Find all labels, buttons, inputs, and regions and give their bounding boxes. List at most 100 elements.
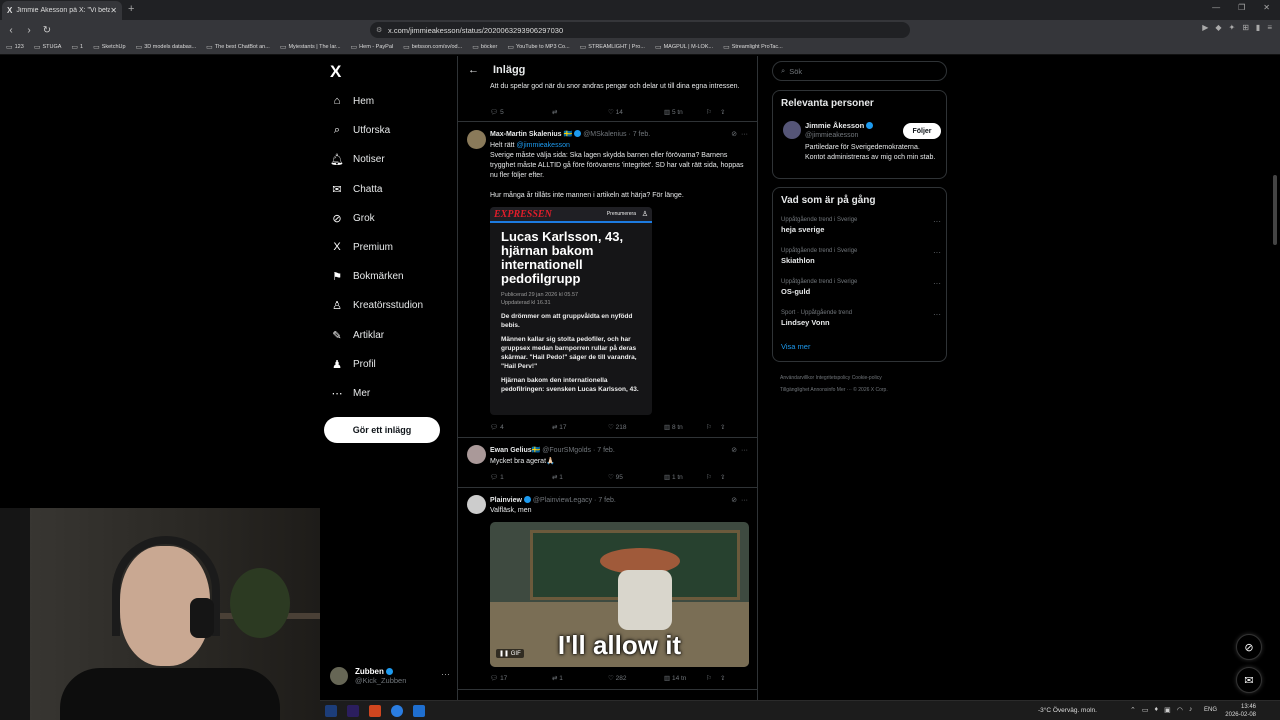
nav-item-utforska[interactable]: ⌕ Utforska [330, 124, 390, 137]
like-button[interactable]: ♡ 95 [608, 473, 664, 481]
avatar[interactable] [783, 121, 801, 139]
chrome-icon[interactable] [391, 705, 403, 717]
more-icon[interactable]: ⊘ ··· [731, 496, 748, 504]
author-name[interactable]: Ewan Gelius🇸🇪 [490, 447, 540, 454]
bookmark-item[interactable]: ▭ betsson.com/sv/od... [403, 43, 462, 51]
reload-icon[interactable]: ↻ [40, 25, 54, 36]
site-info-icon[interactable]: ⚙ [376, 26, 382, 34]
trend-item[interactable]: Sport · Uppåtgående trend Lindsey Vonn ··· [781, 310, 941, 327]
new-tab-button[interactable]: + [128, 3, 134, 15]
nav-item-bokmärken[interactable]: ⚑ Bokmärken [330, 270, 404, 283]
gif-pause-button[interactable]: ❚❚ GIF [496, 649, 524, 658]
author-name[interactable]: Max-Martin Skalenius 🇸🇪 [490, 131, 572, 138]
like-button[interactable]: ♡ 14 [608, 108, 664, 116]
avatar[interactable] [467, 130, 486, 149]
back-icon[interactable]: ‹ [4, 25, 18, 36]
nav-item-mer[interactable]: ⋯ Mer [330, 387, 371, 400]
reply-button[interactable]: 💬︎ 5 [490, 108, 552, 116]
trend-item[interactable]: Uppåtgående trend i Sverige OS-guld ··· [781, 279, 941, 296]
close-window-icon[interactable]: ✕ [1263, 3, 1270, 12]
bookmark-item[interactable]: ▭ böcker [472, 43, 497, 51]
mention-link[interactable]: @jimmieakesson [516, 142, 569, 149]
nav-item-kreatörsstudion[interactable]: ♙ Kreatörsstudion [330, 299, 423, 312]
premiere-icon[interactable] [347, 705, 359, 717]
tray-icon[interactable]: ▭ [1142, 706, 1149, 714]
like-button[interactable]: ♡ 218 [608, 423, 664, 431]
article-screenshot[interactable]: EXPRESSEN Prenumerera ♙ Lucas Karlsson, … [490, 207, 652, 415]
puzzle-icon[interactable]: ⊞ [1242, 23, 1249, 32]
show-more-link[interactable]: Visa mer [781, 342, 810, 351]
bookmark-icon[interactable]: ⚐ [706, 674, 720, 682]
reply-button[interactable]: 💬︎ 1 [490, 473, 552, 481]
avatar[interactable] [467, 445, 486, 464]
nav-item-grok[interactable]: ⊘ Grok [330, 212, 374, 225]
bookmark-item[interactable]: ▭ The best ChatBot an... [206, 43, 270, 51]
bookmark-item[interactable]: ▭ Hem - PayPal [351, 43, 394, 51]
author-name[interactable]: Plainview [490, 497, 522, 504]
author-handle[interactable]: @PlainviewLegacy · 7 feb. [533, 497, 616, 504]
brave-icon[interactable] [369, 705, 381, 717]
app-icon[interactable] [413, 705, 425, 717]
menu-icon[interactable]: ≡ [1267, 23, 1272, 32]
bookmark-item[interactable]: ▭ YouTube to MP3 Co... [507, 43, 569, 51]
more-icon[interactable]: ··· [933, 217, 941, 226]
back-arrow-icon[interactable]: ← [468, 64, 479, 76]
trend-item[interactable]: Uppåtgående trend i Sverige heja sverige ·… [781, 217, 941, 234]
views-button[interactable]: ▥ 14 tn [664, 674, 706, 682]
search-input[interactable]: ⌕ Sök [772, 61, 947, 81]
author-handle[interactable]: @FourSMgolds · 7 feb. [542, 447, 614, 454]
maximize-icon[interactable]: ❐ [1238, 3, 1245, 12]
x-logo[interactable]: X [330, 62, 341, 82]
nav-item-premium[interactable]: X Premium [330, 241, 393, 253]
scrollbar[interactable] [1273, 60, 1278, 250]
more-icon[interactable]: ··· [933, 310, 941, 319]
repost-button[interactable]: ⇄ [552, 108, 608, 116]
bookmark-item[interactable]: ▭ STUGA [34, 43, 62, 51]
close-tab-icon[interactable]: ✕ [110, 6, 117, 15]
repost-button[interactable]: ⇄ 17 [552, 423, 608, 431]
browser-tab[interactable]: X Jimmie Åkesson på X: "Vi betala... ✕ [2, 1, 122, 20]
nav-item-hem[interactable]: ⌂ Hem [330, 95, 374, 107]
chevron-up-icon[interactable]: ⌃ [1130, 706, 1136, 714]
extension-icon[interactable]: ▶ [1202, 23, 1208, 32]
views-button[interactable]: ▥ 8 tn [664, 423, 706, 431]
person-handle[interactable]: @jimmieakesson [805, 132, 858, 139]
trend-item[interactable]: Uppåtgående trend i Sverige Skiathlon ··· [781, 248, 941, 265]
bookmark-item[interactable]: ▭ Streamlight ProTac... [723, 43, 783, 51]
gif-media[interactable]: I'll allow it ❚❚ GIF [490, 522, 749, 667]
share-icon[interactable]: ⇪ [720, 108, 725, 116]
volume-icon[interactable]: ♪ [1189, 706, 1193, 714]
reply-button[interactable]: 💬︎ 4 [490, 423, 552, 431]
bookmark-item[interactable]: ▭ Myiestants | The lar... [280, 43, 341, 51]
nav-item-chatta[interactable]: ✉ Chatta [330, 183, 382, 196]
tray-icon[interactable]: ♦ [1155, 706, 1159, 714]
more-icon[interactable]: ⊘ ··· [731, 446, 748, 454]
bookmark-item[interactable]: ▭ SketchUp [93, 43, 125, 51]
url-field[interactable]: ⚙ x.com/jimmieakesson/status/20200632939… [370, 22, 910, 38]
minimize-icon[interactable]: — [1212, 3, 1220, 12]
views-button[interactable]: ▥ 1 tn [664, 473, 706, 481]
more-icon[interactable]: ··· [441, 669, 450, 679]
sidebar-icon[interactable]: ▮ [1256, 23, 1260, 32]
clock[interactable]: 13:46 2026-02-08 [1216, 703, 1256, 719]
repost-button[interactable]: ⇄ 1 [552, 674, 608, 682]
more-icon[interactable]: ··· [933, 248, 941, 257]
forward-icon[interactable]: › [22, 25, 36, 36]
following-button[interactable]: Följer [903, 123, 941, 139]
extension-icon[interactable]: ◆ [1215, 23, 1221, 32]
more-icon[interactable]: ··· [933, 279, 941, 288]
repost-button[interactable]: ⇄ 1 [552, 473, 608, 481]
person-name[interactable]: Jimmie Åkesson [805, 121, 874, 130]
bookmark-icon[interactable]: ⚐ [706, 423, 720, 431]
bookmark-item[interactable]: ▭ 1 [71, 43, 83, 51]
tray-icon[interactable]: ▣ [1164, 706, 1171, 714]
reply-button[interactable]: 💬︎ 17 [490, 674, 552, 682]
bookmark-icon[interactable]: ⚐ [706, 108, 720, 116]
more-icon[interactable]: ⊘ ··· [731, 130, 748, 138]
share-icon[interactable]: ⇪ [720, 674, 725, 682]
author-handle[interactable]: @MSkalenius · 7 feb. [583, 131, 650, 138]
bookmark-item[interactable]: ▭ MAGPUL | M-LOK... [655, 43, 713, 51]
avatar[interactable] [467, 495, 486, 514]
views-button[interactable]: ▥ 5 tn [664, 108, 706, 116]
bookmark-item[interactable]: ▭ 123 [6, 43, 24, 51]
